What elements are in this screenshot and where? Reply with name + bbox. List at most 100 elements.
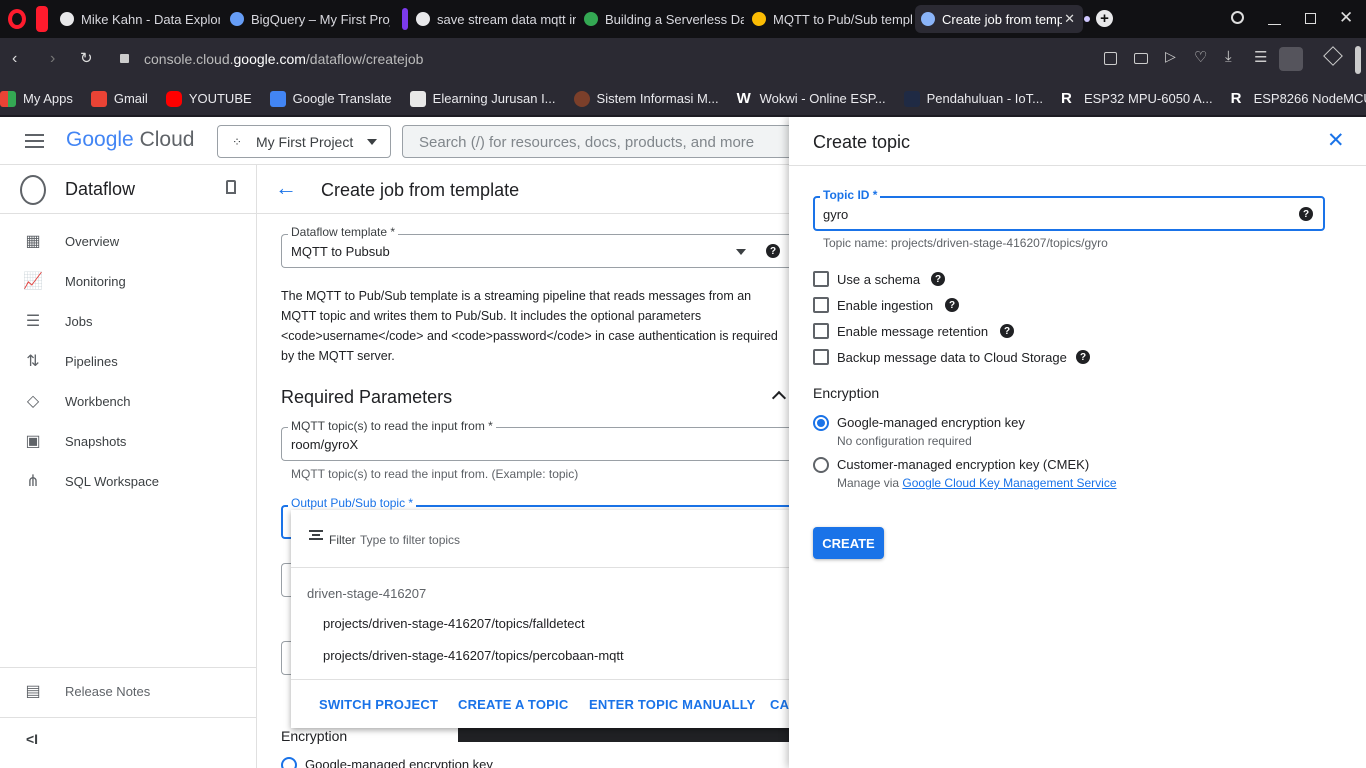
sidebar-item-release-notes[interactable]: ▤ Release Notes [0, 671, 257, 711]
minimize-icon[interactable] [1268, 24, 1281, 25]
checkbox-label: Backup message data to Cloud Storage [837, 350, 1067, 365]
help-icon[interactable]: ? [766, 244, 780, 258]
sidebar-item-jobs[interactable]: ☰ Jobs [0, 301, 257, 341]
create-button[interactable]: CREATE [813, 527, 884, 559]
bookmark[interactable]: R ESP8266 NodeMCU... [1230, 89, 1366, 107]
browser-tab[interactable]: save stream data mqtt in g [410, 5, 576, 33]
enter-topic-manually-button[interactable]: ENTER TOPIC MANUALLY [589, 697, 756, 712]
google-cloud-logo[interactable]: Google Cloud [66, 128, 194, 152]
share-icon[interactable] [1104, 52, 1117, 65]
switch-project-button[interactable]: SWITCH PROJECT [319, 697, 438, 712]
browser-tab[interactable]: BigQuery – My First Projec [224, 5, 390, 33]
new-tab-icon[interactable]: + [1096, 10, 1113, 27]
camera-icon[interactable] [1134, 53, 1148, 64]
browser-tab[interactable]: Building a Serverless Data [578, 5, 744, 33]
sidebar-toggle-icon[interactable] [36, 6, 48, 32]
bookmark[interactable]: Elearning Jurusan I... [409, 90, 556, 107]
search-box[interactable]: Search (/) for resources, docs, products… [402, 125, 802, 158]
browser-tab[interactable]: MQTT to Pub/Sub templat [746, 5, 912, 33]
browser-tab-active[interactable]: Create job from templ ✕ [915, 5, 1083, 33]
filter-input[interactable]: Type to filter topics [360, 533, 460, 547]
create-topic-button[interactable]: CREATE A TOPIC [458, 697, 568, 712]
forward-icon[interactable]: › [50, 50, 55, 68]
opera-logo-icon[interactable] [8, 9, 26, 29]
sql-icon: ⋔ [26, 473, 40, 490]
bookmark[interactable]: Google Translate [269, 90, 392, 107]
page-title: Create job from template [321, 180, 520, 200]
tab-favicon-icon [921, 12, 935, 26]
topic-option[interactable]: projects/driven-stage-416207/topics/perc… [323, 648, 624, 663]
profile-icon[interactable] [1279, 47, 1303, 71]
bookmark[interactable]: W Wokwi - Online ESP... [737, 90, 886, 107]
cancel-button[interactable]: CA [770, 697, 789, 712]
topic-option[interactable]: projects/driven-stage-416207/topics/fall… [323, 616, 585, 631]
heart-icon[interactable]: ♡ [1194, 48, 1207, 66]
url-domain: google.com [233, 51, 306, 67]
pin-icon[interactable] [226, 180, 236, 194]
radio-cmek[interactable] [813, 457, 829, 473]
help-icon[interactable]: ? [945, 298, 959, 312]
project-picker[interactable]: ⁘ My First Project [217, 125, 391, 158]
chevron-up-icon[interactable] [771, 390, 787, 406]
radio-google-managed[interactable] [813, 415, 829, 431]
kms-link[interactable]: Google Cloud Key Management Service [902, 476, 1116, 490]
encryption-header: Encryption [813, 385, 880, 401]
extensions-icon[interactable] [1323, 46, 1343, 66]
help-icon[interactable]: ? [1000, 324, 1014, 338]
tab-group-dot [1084, 16, 1090, 22]
sidebar-item-sql-workspace[interactable]: ⋔ SQL Workspace [0, 461, 257, 501]
help-icon[interactable]: ? [1076, 350, 1090, 364]
randomnerd-icon: R [1230, 89, 1242, 107]
elearning-icon [409, 90, 426, 107]
message-retention-checkbox[interactable] [813, 323, 829, 339]
search-tabs-icon[interactable] [1231, 11, 1244, 24]
address-bar[interactable]: console.cloud.google.com/dataflow/create… [144, 51, 423, 67]
close-tab-icon[interactable]: ✕ [1064, 11, 1075, 27]
list-icon: ☰ [25, 313, 41, 330]
back-icon[interactable]: ‹ [12, 50, 17, 68]
enable-ingestion-checkbox[interactable] [813, 297, 829, 313]
bookmark[interactable]: Gmail [90, 90, 148, 107]
easy-setup-icon[interactable]: ☰ [1254, 48, 1267, 66]
sidebar-item-workbench[interactable]: ◇ Workbench [0, 381, 257, 421]
bookmark[interactable]: Pendahuluan - IoT... [903, 90, 1043, 107]
restore-icon[interactable] [1305, 13, 1316, 24]
radio-google-key[interactable] [281, 757, 297, 768]
sidebar-item-label: Jobs [65, 313, 93, 329]
reload-icon[interactable]: ↻ [80, 49, 93, 67]
close-window-icon[interactable]: ✕ [1339, 8, 1353, 28]
bookmark[interactable]: My Apps [0, 90, 73, 107]
dropdown-divider [291, 679, 790, 680]
main-menu-icon[interactable] [25, 134, 44, 148]
topic-dropdown: Filter Type to filter topics driven-stag… [291, 510, 790, 728]
help-icon[interactable]: ? [1299, 207, 1313, 221]
scroll-indicator [1355, 46, 1361, 74]
sidebar-item-pipelines[interactable]: ⇅ Pipelines [0, 341, 257, 381]
radio-label: Customer-managed encryption key (CMEK) [837, 457, 1090, 472]
tab-favicon-icon [416, 12, 430, 26]
back-arrow-icon[interactable]: ← [275, 175, 297, 201]
collapse-nav-icon[interactable]: <I [26, 731, 38, 747]
pipelines-icon: ⇅ [26, 353, 40, 370]
play-icon[interactable]: ▷ [1165, 48, 1176, 65]
sidebar-item-monitoring[interactable]: 📈 Monitoring [0, 261, 257, 301]
lock-icon [120, 54, 129, 63]
sidebar-item-overview[interactable]: ▦ Overview [0, 221, 257, 261]
bookmark[interactable]: Sistem Informasi M... [573, 90, 719, 107]
tab-title: BigQuery – My First Projec [251, 11, 390, 27]
close-icon[interactable]: ✕ [1327, 128, 1345, 153]
bookmark[interactable]: R ESP32 MPU-6050 A... [1061, 90, 1213, 107]
bookmark-label: My Apps [23, 91, 73, 106]
template-select[interactable]: MQTT to Pubsub [281, 234, 790, 268]
radio-sublabel: Manage via Google Cloud Key Management S… [837, 476, 1117, 490]
topic-id-input[interactable]: gyro ? [813, 196, 1325, 231]
use-schema-checkbox[interactable] [813, 271, 829, 287]
sidebar-item-label: Monitoring [65, 273, 126, 289]
backup-storage-checkbox[interactable] [813, 349, 829, 365]
help-icon[interactable]: ? [931, 272, 945, 286]
snapshot-icon: ▣ [25, 433, 41, 450]
browser-tab[interactable]: Mike Kahn - Data Explorat [54, 5, 220, 33]
sidebar-item-snapshots[interactable]: ▣ Snapshots [0, 421, 257, 461]
download-icon[interactable]: ⤓ [1225, 48, 1232, 65]
bookmark[interactable]: YOUTUBE [165, 90, 252, 107]
